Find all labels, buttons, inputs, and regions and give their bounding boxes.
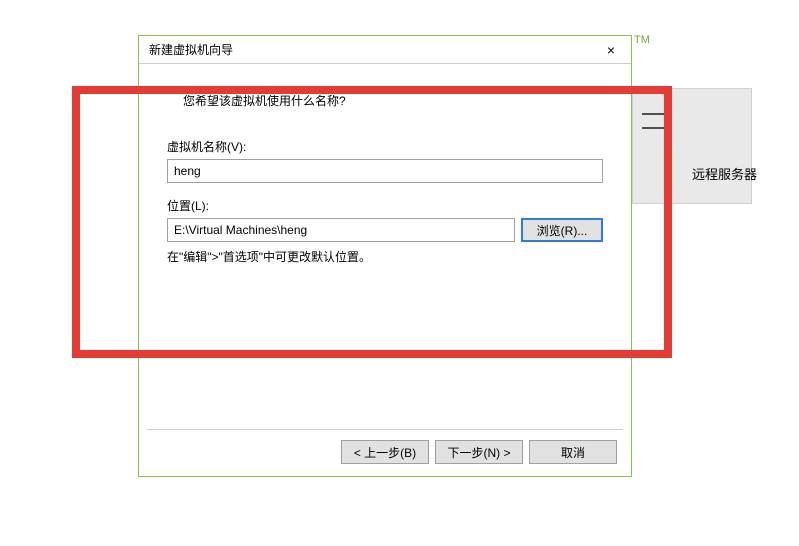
- browse-button[interactable]: 浏览(R)...: [521, 218, 603, 242]
- location-row: 浏览(R)...: [167, 218, 603, 242]
- cancel-button[interactable]: 取消: [529, 440, 617, 464]
- next-button[interactable]: 下一步(N) >: [435, 440, 523, 464]
- dialog-footer: < 上一步(B) 下一步(N) > 取消: [341, 440, 617, 464]
- footer-divider: [147, 429, 623, 430]
- new-vm-wizard-dialog: 新建虚拟机向导 × 您希望该虚拟机使用什么名称? 虚拟机名称(V): 位置(L)…: [138, 35, 632, 477]
- vm-name-input[interactable]: [167, 159, 603, 183]
- location-input[interactable]: [167, 218, 515, 242]
- location-hint: 在"编辑">"首选项"中可更改默认位置。: [167, 248, 603, 265]
- vm-name-label: 虚拟机名称(V):: [167, 138, 603, 155]
- location-label: 位置(L):: [167, 197, 603, 214]
- dialog-header-area: 您希望该虚拟机使用什么名称?: [159, 74, 611, 120]
- back-button[interactable]: < 上一步(B): [341, 440, 429, 464]
- trademark-text: TM: [634, 34, 650, 46]
- form-area: 虚拟机名称(V): 位置(L): 浏览(R)... 在"编辑">"首选项"中可更…: [159, 120, 611, 265]
- dialog-body: 您希望该虚拟机使用什么名称? 虚拟机名称(V): 位置(L): 浏览(R)...…: [139, 64, 631, 285]
- remote-server-label: 远程服务器: [692, 164, 757, 183]
- dialog-title: 新建虚拟机向导: [149, 41, 233, 58]
- transfer-arrows-icon: [640, 105, 670, 145]
- close-icon[interactable]: ×: [599, 40, 623, 60]
- dialog-titlebar: 新建虚拟机向导 ×: [139, 36, 631, 64]
- dialog-subtitle: 您希望该虚拟机使用什么名称?: [183, 92, 611, 109]
